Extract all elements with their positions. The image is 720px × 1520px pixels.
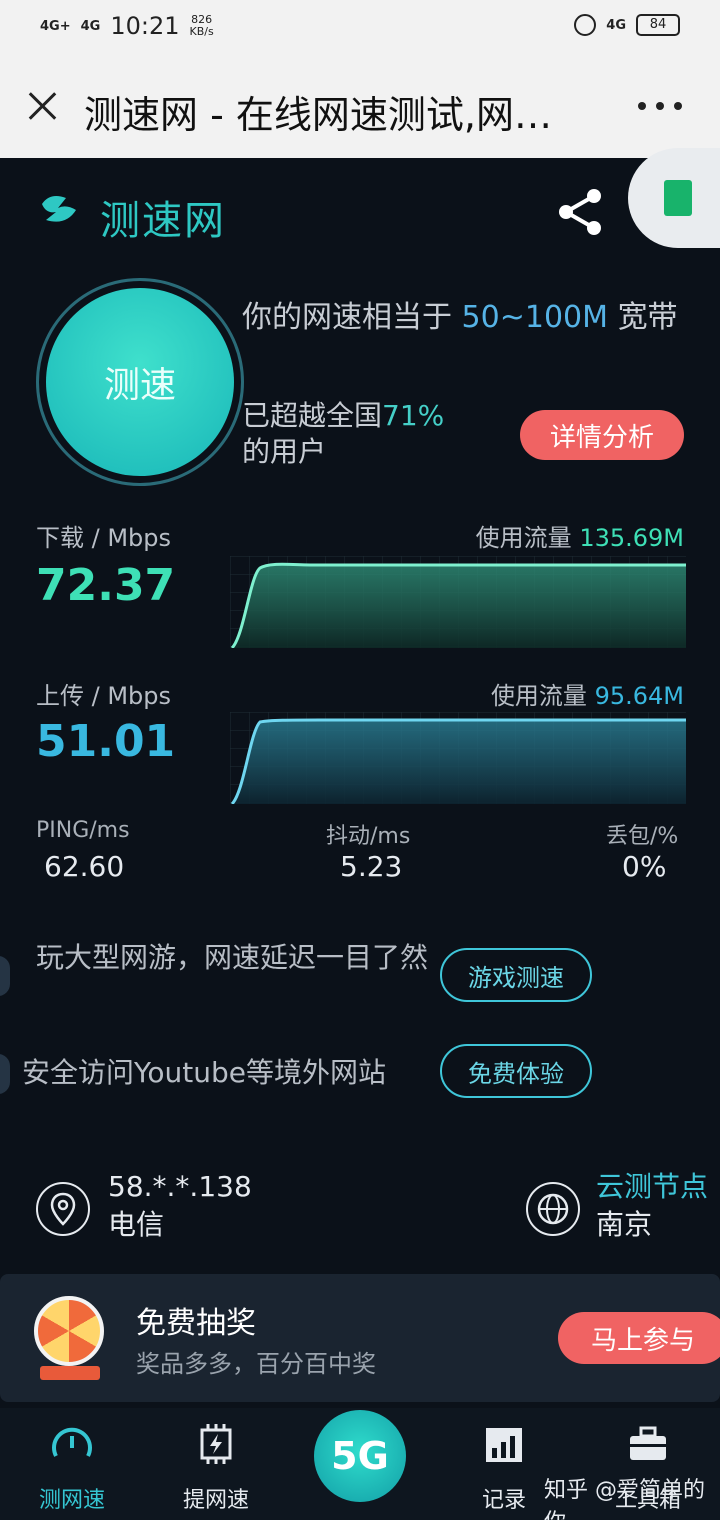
- join-now-button[interactable]: 马上参与: [558, 1312, 720, 1364]
- nav-label: 提网速: [182, 1488, 249, 1513]
- gauge-icon: [52, 1427, 92, 1457]
- isp-name: 电信: [108, 1208, 165, 1241]
- globe-icon: [526, 1182, 580, 1236]
- logo-icon: [42, 196, 76, 222]
- lottery-title: 免费抽奖: [136, 1306, 256, 1341]
- status-bar: 4G+ 4G 10:21 826 KB/s 4G 84: [0, 0, 720, 58]
- battery-icon: 84: [636, 14, 680, 36]
- jitter-value: 5.23: [340, 850, 403, 883]
- watermark: 知乎 @爱简单的你: [544, 1478, 705, 1520]
- percentile-value: 71%: [382, 399, 445, 432]
- brand-name: 测速网: [100, 198, 226, 244]
- prize-wheel-base: [40, 1366, 100, 1380]
- node-info[interactable]: 云测节点 南京: [596, 1168, 708, 1244]
- upload-usage-value: 95.64M: [594, 682, 684, 710]
- prize-wheel-icon: [34, 1296, 104, 1366]
- more-icon[interactable]: [638, 102, 682, 110]
- chip-icon: [200, 1424, 232, 1464]
- download-speed-value: 72.37: [36, 560, 176, 611]
- nav-item-speed-test[interactable]: 测网速: [12, 1412, 132, 1516]
- signal-4g-icon: 4G: [80, 18, 101, 34]
- share-icon[interactable]: [554, 186, 606, 238]
- ip-info: 58.*.*.138 电信: [108, 1168, 252, 1244]
- bandwidth-prefix: 你的网速相当于: [242, 300, 452, 335]
- net-speed-indicator: 826 KB/s: [190, 14, 214, 38]
- node-label[interactable]: 云测节点: [596, 1168, 708, 1206]
- detail-analysis-button[interactable]: 详情分析: [520, 410, 684, 460]
- bandwidth-value: 50~100M: [461, 300, 609, 335]
- upload-label: 上传 / Mbps: [36, 682, 172, 710]
- percentile-suffix: 的用户: [242, 435, 327, 468]
- game-promo-text: 玩大型网游，网速延迟一目了然: [36, 941, 429, 974]
- ping-value: 62.60: [44, 850, 125, 883]
- packet-loss-label: 丢包/%: [606, 824, 679, 849]
- document-icon: [664, 180, 692, 216]
- packet-loss-value: 0%: [622, 850, 667, 883]
- upload-graph: [230, 712, 686, 804]
- download-label: 下载 / Mbps: [36, 524, 172, 552]
- download-usage-value: 135.69M: [579, 524, 684, 552]
- nav-item-boost[interactable]: 提网速: [156, 1412, 276, 1516]
- status-right: 4G 84: [574, 14, 680, 36]
- toolbox-icon: [630, 1426, 666, 1460]
- status-left: 4G+ 4G 10:21 826 KB/s: [40, 12, 214, 40]
- download-graph: [230, 556, 686, 648]
- signal-4gplus-icon: 4G+: [40, 18, 71, 34]
- download-usage: 使用流量 135.69M: [476, 518, 684, 553]
- floating-notes-tab[interactable]: [628, 148, 720, 248]
- nav-label: 测网速: [38, 1488, 105, 1513]
- youtube-promo-text: 安全访问Youtube等境外网站: [22, 1056, 386, 1089]
- free-trial-button[interactable]: 免费体验: [440, 1044, 592, 1098]
- network-4g-icon: 4G: [606, 17, 626, 33]
- game-speed-test-button[interactable]: 游戏测速: [440, 948, 592, 1002]
- side-handle: [0, 1054, 10, 1094]
- upload-usage: 使用流量 95.64M: [491, 676, 684, 711]
- percentile-prefix: 已超越全国: [242, 399, 383, 432]
- bandwidth-suffix: 宽带: [617, 300, 678, 335]
- net-speed-unit: KB/s: [189, 25, 214, 38]
- upload-usage-label: 使用流量: [490, 682, 587, 710]
- ping-label: PING/ms: [36, 818, 130, 843]
- clock: 10:21: [110, 12, 180, 40]
- bandwidth-summary: 你的网速相当于 50~100M 宽带: [242, 298, 682, 338]
- side-handle: [0, 956, 10, 996]
- start-test-button[interactable]: 测速: [46, 288, 234, 476]
- percentile-summary: 已超越全国71% 的用户: [242, 398, 512, 470]
- jitter-label: 抖动/ms: [326, 824, 411, 849]
- node-city: 南京: [596, 1208, 653, 1241]
- upload-speed-value: 51.01: [36, 716, 176, 767]
- calendar-chart-icon: [486, 1428, 522, 1462]
- close-icon[interactable]: [24, 88, 60, 124]
- lottery-subtitle: 奖品多多，百分百中奖: [136, 1350, 376, 1378]
- nav-item-5g[interactable]: 5G: [314, 1410, 406, 1502]
- page-title: 测速网 - 在线网速测试,网…: [84, 93, 552, 137]
- browser-titlebar: 测速网 - 在线网速测试,网…: [0, 58, 720, 158]
- download-usage-label: 使用流量: [475, 524, 572, 552]
- ip-address: 58.*.*.138: [108, 1170, 252, 1203]
- alarm-icon: [574, 14, 597, 36]
- location-icon: [36, 1182, 90, 1236]
